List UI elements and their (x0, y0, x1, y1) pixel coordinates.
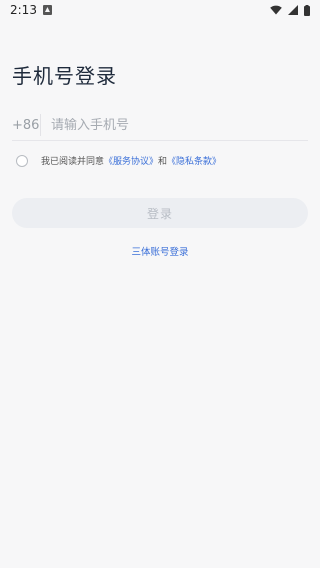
agreement-row: 我已阅读并同意 《服务协议》 和 《隐私条款》 (16, 154, 221, 167)
privacy-policy-link[interactable]: 《隐私条款》 (167, 154, 221, 167)
status-time: 2:13 (10, 3, 37, 17)
status-bar: 2:13 (0, 0, 320, 20)
notification-icon (42, 5, 52, 15)
service-agreement-link[interactable]: 《服务协议》 (104, 154, 158, 167)
santi-account-login-link[interactable]: 三体账号登录 (0, 244, 320, 258)
agreement-text: 我已阅读并同意 (41, 157, 105, 167)
page-title: 手机号登录 (12, 64, 117, 88)
wifi-icon (270, 5, 282, 15)
phone-input[interactable] (51, 117, 291, 133)
login-button[interactable]: 登录 (12, 198, 308, 228)
phone-divider (40, 114, 41, 136)
country-code[interactable]: +86 (12, 118, 39, 133)
agreement-radio[interactable] (16, 154, 28, 167)
battery-icon (304, 4, 310, 16)
phone-input-row: +86 (12, 110, 308, 141)
agreement-and-text: 和 (158, 157, 168, 167)
signal-icon (288, 5, 298, 15)
